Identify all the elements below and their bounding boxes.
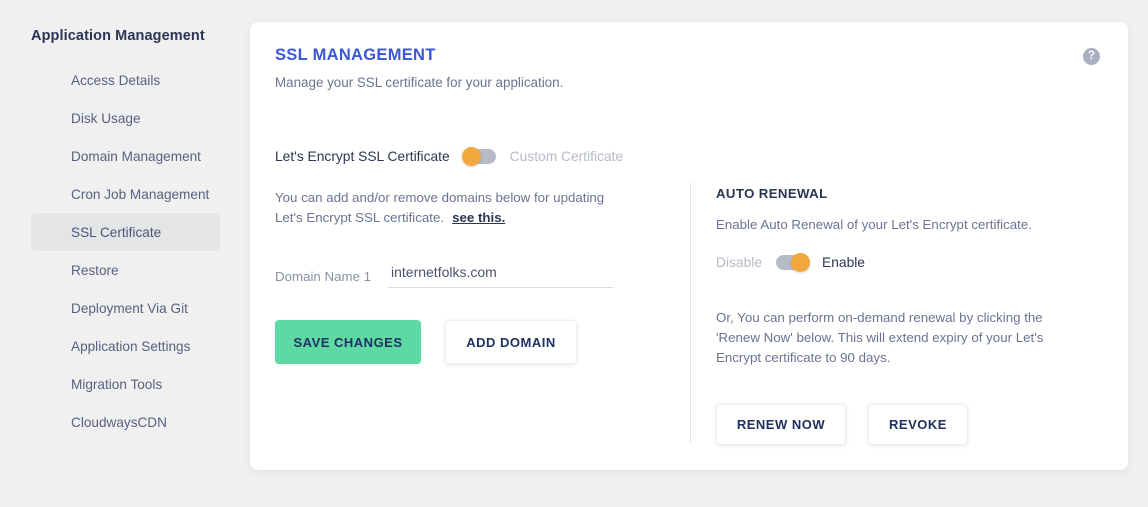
column-divider (690, 182, 691, 443)
sidebar-item-migration-tools[interactable]: Migration Tools (31, 365, 220, 403)
domains-info-text: You can add and/or remove domains below … (275, 188, 625, 228)
auto-renewal-switch[interactable] (776, 253, 811, 272)
sidebar-item-deployment-via-git[interactable]: Deployment Via Git (31, 289, 220, 327)
see-this-link[interactable]: see this. (452, 210, 505, 225)
renewal-actions-row: RENEW NOW REVOKE (716, 404, 1096, 445)
sidebar-nav-list: Access Details Disk Usage Domain Managem… (0, 61, 250, 441)
auto-renewal-subtitle: Enable Auto Renewal of your Let's Encryp… (716, 217, 1032, 232)
domains-info-sentence: You can add and/or remove domains below … (275, 190, 605, 225)
sidebar-item-ssl-certificate[interactable]: SSL Certificate (31, 213, 220, 251)
sidebar-item-application-settings[interactable]: Application Settings (31, 327, 220, 365)
sidebar-title: Application Management (31, 28, 205, 44)
domain-name-input[interactable] (388, 264, 613, 288)
auto-renewal-disable-label: Disable (716, 255, 763, 270)
help-question-icon[interactable]: ? (1083, 48, 1100, 65)
sidebar-item-cron-job-management[interactable]: Cron Job Management (31, 175, 220, 213)
certificate-type-toggle-row: Let's Encrypt SSL Certificate Custom Cer… (275, 147, 624, 166)
ssl-management-card: SSL MANAGEMENT Manage your SSL certifica… (250, 22, 1128, 470)
auto-renewal-column: AUTO RENEWAL Enable Auto Renewal of your… (716, 186, 1096, 445)
auto-renewal-title: AUTO RENEWAL (716, 186, 828, 201)
page-title: SSL MANAGEMENT (275, 46, 436, 64)
auto-renewal-enable-label: Enable (822, 255, 865, 270)
sidebar-item-disk-usage[interactable]: Disk Usage (31, 99, 220, 137)
custom-certificate-label: Custom Certificate (509, 149, 624, 164)
sidebar-item-domain-management[interactable]: Domain Management (31, 137, 220, 175)
auto-renewal-toggle-row: Disable Enable (716, 253, 1096, 272)
sidebar: Application Management Access Details Di… (0, 0, 250, 507)
revoke-button[interactable]: REVOKE (868, 404, 968, 445)
add-domain-button[interactable]: ADD DOMAIN (445, 320, 577, 364)
sidebar-item-access-details[interactable]: Access Details (31, 61, 220, 99)
page-subtitle: Manage your SSL certificate for your app… (275, 75, 564, 90)
switch-knob (461, 147, 481, 166)
domain-name-label: Domain Name 1 (275, 269, 372, 284)
lets-encrypt-label: Let's Encrypt SSL Certificate (275, 149, 450, 164)
switch-knob (791, 253, 811, 272)
domain-name-row: Domain Name 1 (275, 264, 665, 288)
app-page: Application Management Access Details Di… (0, 0, 1148, 507)
sidebar-item-restore[interactable]: Restore (31, 251, 220, 289)
domains-column: You can add and/or remove domains below … (275, 188, 665, 364)
renew-now-button[interactable]: RENEW NOW (716, 404, 846, 445)
save-changes-button[interactable]: SAVE CHANGES (275, 320, 421, 364)
sidebar-item-cloudways-cdn[interactable]: CloudwaysCDN (31, 403, 220, 441)
certificate-type-switch[interactable] (461, 147, 496, 166)
domain-actions-row: SAVE CHANGES ADD DOMAIN (275, 320, 665, 364)
on-demand-renewal-text: Or, You can perform on-demand renewal by… (716, 310, 1044, 365)
